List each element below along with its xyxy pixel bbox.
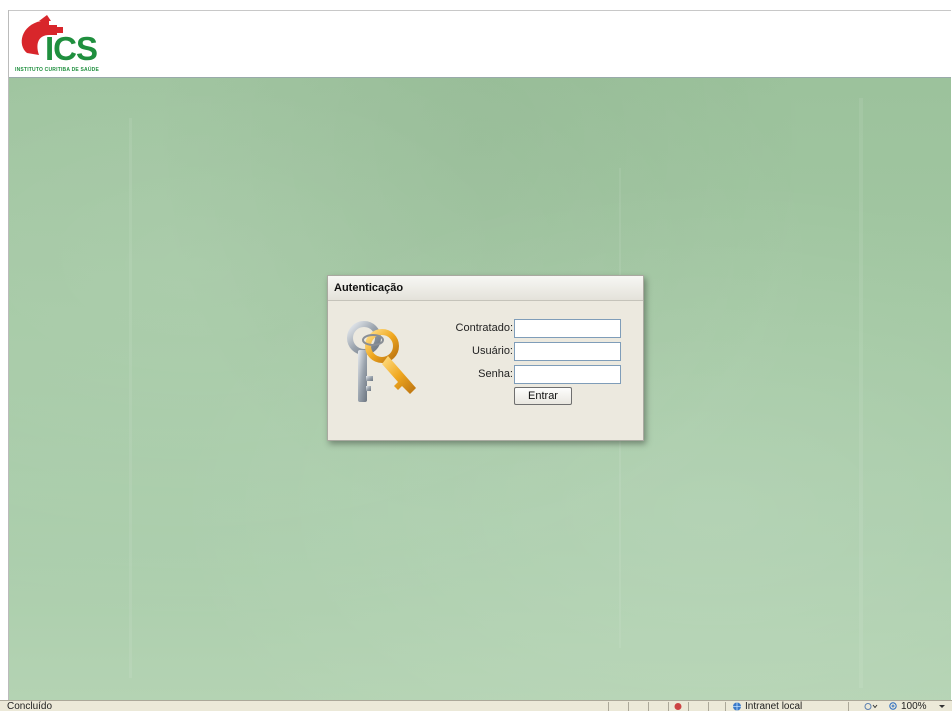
browser-viewport: ICS INSTITUTO CURITIBA DE SAÚDE Autentic… — [8, 10, 951, 700]
status-text: Concluído — [7, 701, 53, 711]
status-divider — [708, 702, 709, 711]
status-divider — [608, 702, 609, 711]
keys-icon — [347, 321, 416, 402]
status-divider — [848, 702, 849, 711]
usuario-input[interactable] — [514, 342, 621, 361]
contratado-input[interactable] — [514, 319, 621, 338]
texture-streak — [129, 118, 132, 678]
chevron-down-icon[interactable] — [938, 702, 946, 711]
status-divider — [668, 702, 669, 711]
login-dialog-title: Autenticação — [328, 276, 643, 301]
status-divider — [648, 702, 649, 711]
logo-subtitle: INSTITUTO CURITIBA DE SAÚDE — [15, 67, 100, 73]
senha-input[interactable] — [514, 365, 621, 384]
usuario-row: Usuário: — [428, 342, 628, 362]
senha-row: Senha: — [428, 365, 628, 385]
status-divider — [688, 702, 689, 711]
ics-logo[interactable]: ICS INSTITUTO CURITIBA DE SAÚDE — [13, 15, 117, 75]
login-dialog: Autenticação Contratado: Usuário: Senha:… — [327, 275, 644, 441]
page-background: Autenticação Contratado: Usuário: Senha:… — [9, 78, 951, 700]
status-divider — [628, 702, 629, 711]
entrar-button[interactable]: Entrar — [514, 387, 572, 405]
browser-statusbar: Concluído Intranet local 100% — [0, 700, 952, 711]
security-zone-text: Intranet local — [745, 701, 803, 711]
logo-text: ICS — [45, 30, 98, 67]
contratado-row: Contratado: — [428, 319, 628, 339]
intranet-globe-icon — [733, 702, 741, 711]
site-header: ICS INSTITUTO CURITIBA DE SAÚDE — [9, 10, 951, 78]
usuario-label: Usuário: — [472, 345, 513, 357]
status-divider — [725, 702, 726, 711]
senha-label: Senha: — [478, 368, 513, 380]
zoom-icon[interactable] — [888, 702, 900, 711]
contratado-label: Contratado: — [455, 322, 513, 334]
protected-mode-icon[interactable] — [864, 702, 878, 711]
texture-streak — [859, 98, 863, 688]
zoom-level[interactable]: 100% — [901, 701, 927, 711]
privacy-icon[interactable] — [673, 702, 683, 711]
